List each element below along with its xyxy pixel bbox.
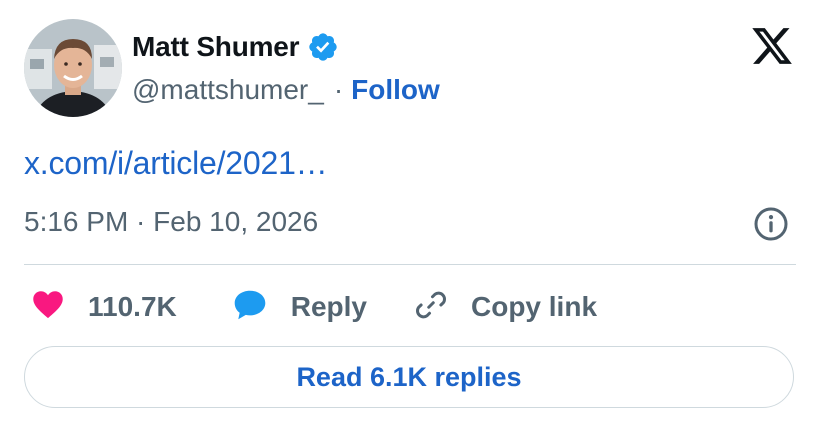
reply-button[interactable]: Reply [231,287,367,328]
copy-link-label: Copy link [471,291,598,322]
verified-badge-icon [307,31,339,63]
speech-bubble-icon [231,287,269,328]
follow-button[interactable]: Follow [351,74,440,106]
tweet-timestamp[interactable]: 5:16 PM · Feb 10, 2026 [24,206,318,238]
author-handle[interactable]: @mattshumer_ [132,74,324,106]
divider [24,264,796,265]
reply-label: Reply [290,291,367,322]
x-logo-icon[interactable] [748,24,796,68]
read-replies-label: Read 6.1K replies [296,361,522,392]
action-bar: 110.7K Reply Copy link [30,284,597,330]
avatar[interactable] [24,19,122,117]
separator-dot: · [333,74,344,105]
article-link[interactable]: x.com/i/article/2021… [24,145,328,182]
link-icon [413,287,449,328]
info-icon[interactable] [753,206,789,242]
like-button[interactable]: 110.7K [30,288,177,327]
heart-icon [30,288,66,327]
author-name[interactable]: Matt Shumer [132,31,300,63]
like-count: 110.7K [88,291,177,322]
read-replies-button[interactable]: Read 6.1K replies [24,346,794,408]
copy-link-button[interactable]: Copy link [413,287,597,328]
